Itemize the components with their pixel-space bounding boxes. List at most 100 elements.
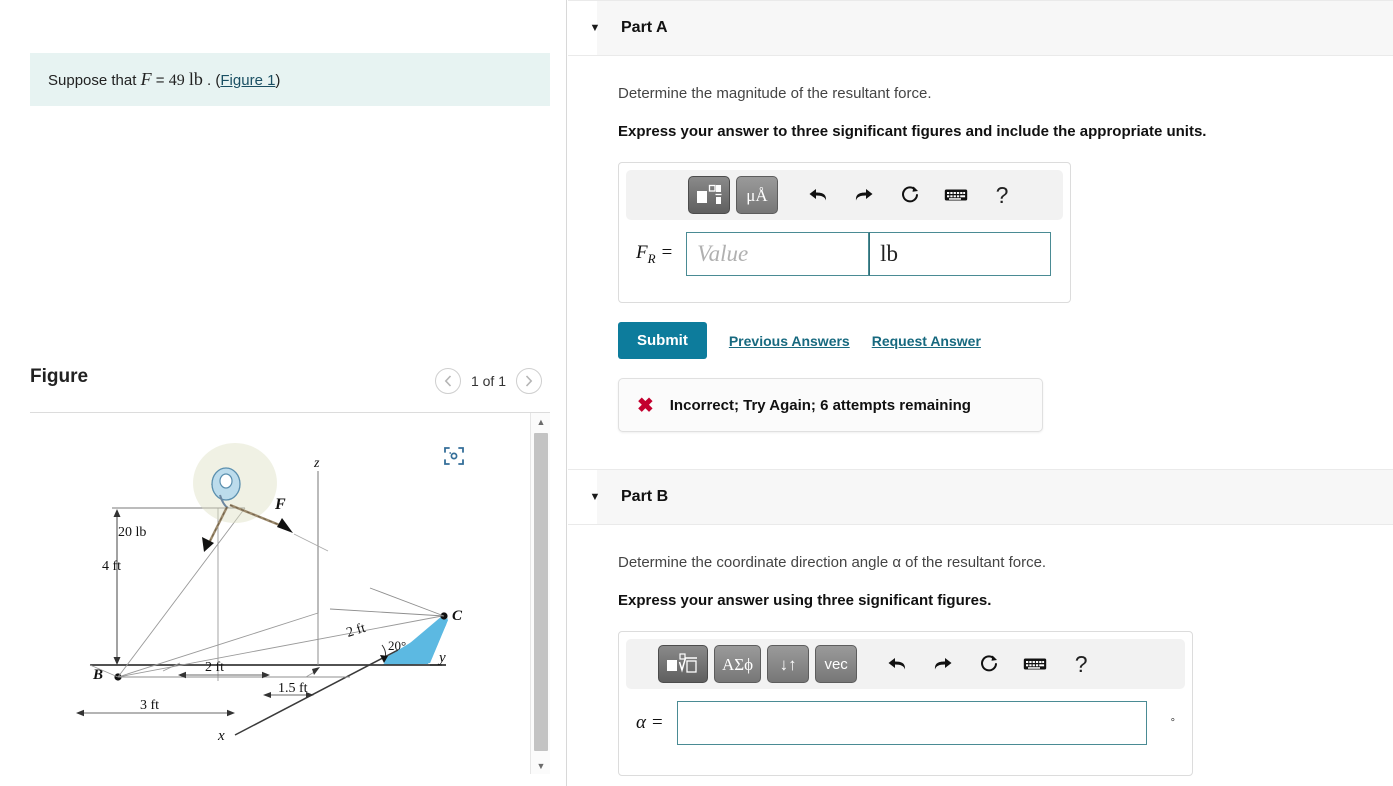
svg-text:x: x [217, 728, 225, 744]
part-b-answer-box: ΑΣϕ ↓↑ vec ? α = ° [618, 631, 1193, 776]
figure-counter: 1 of 1 [470, 373, 506, 389]
part-a-request-answer-link[interactable]: Request Answer [872, 333, 981, 349]
incorrect-x-icon: ✖ [637, 394, 654, 417]
svg-text:20°: 20° [388, 638, 406, 653]
figure-title: Figure [30, 366, 89, 387]
part-a-title: Part A [621, 19, 668, 36]
figure-1-link[interactable]: Figure 1 [220, 72, 275, 89]
figure-scrollbar[interactable]: ▲ ▼ [530, 413, 550, 774]
degree-symbol: ° [1170, 717, 1175, 729]
statement-equals: = [155, 72, 165, 89]
figure-expand-button[interactable] [442, 444, 466, 468]
part-a-value-input[interactable] [686, 232, 870, 276]
part-a-math-toolbar: μÅ ? [626, 170, 1063, 220]
part-a-body: Determine the magnitude of the resultant… [568, 83, 1393, 432]
part-a-answer-box: μÅ ? FR = Value lb [618, 162, 1071, 303]
undo-button[interactable] [798, 176, 838, 214]
units-mu-angstrom-button[interactable]: μÅ [736, 176, 778, 214]
part-a-feedback: ✖ Incorrect; Try Again; 6 attempts remai… [618, 378, 1043, 432]
part-a-field-row: FR = [619, 232, 1070, 276]
undo-button[interactable] [877, 645, 917, 683]
svg-text:y: y [437, 650, 446, 666]
mu-angstrom-label: μÅ [746, 185, 768, 205]
chevron-left-icon [444, 375, 452, 387]
reset-icon [902, 186, 918, 203]
part-a-submit-button[interactable]: Submit [618, 322, 707, 359]
part-a-unit-input[interactable] [869, 232, 1052, 276]
svg-text:C: C [452, 608, 463, 624]
part-a-instruction: Express your answer to three significant… [618, 123, 1207, 140]
help-button[interactable]: ? [982, 176, 1022, 214]
part-b-prompt: Determine the coordinate direction angle… [618, 554, 1047, 571]
part-a-field-subscript: R [647, 250, 656, 266]
svg-text:F: F [274, 496, 286, 513]
reset-button[interactable] [890, 176, 930, 214]
figure-next-button[interactable] [516, 368, 542, 394]
part-a-prompt: Determine the magnitude of the resultant… [618, 85, 932, 102]
matrix-template-icon [697, 184, 722, 204]
svg-text:3 ft: 3 ft [140, 698, 159, 713]
undo-icon [809, 189, 827, 201]
figure-nav: 1 of 1 [434, 368, 542, 394]
greek-symbols-button[interactable]: ΑΣϕ [714, 645, 762, 683]
keyboard-icon [1023, 658, 1047, 670]
part-b-collapse-caret[interactable]: ▼ [585, 491, 605, 503]
part-b-body: Determine the coordinate direction angle… [568, 552, 1393, 776]
part-b-header[interactable]: ▼ Part B [568, 469, 1393, 525]
part-a-field-equals: = [660, 241, 674, 263]
redo-icon [935, 658, 952, 670]
part-a-actions: Submit Previous Answers Request Answer [618, 322, 1393, 359]
scroll-down-arrow[interactable]: ▼ [531, 757, 550, 774]
figure-panel: y z x 4 ft B C 20 lb F 2 ft 1.5 ft 3 ft … [30, 412, 550, 774]
page-root: Suppose that F = 49 lb . (Figure 1) Figu… [0, 0, 1393, 786]
statement-unit: lb [188, 69, 203, 89]
part-a-header[interactable]: ▼ Part A [568, 0, 1393, 56]
undo-icon [888, 658, 906, 670]
radical-template-icon [667, 653, 697, 673]
keyboard-icon [944, 189, 968, 201]
right-pane: ▼ Part A Determine the magnitude of the … [568, 0, 1393, 786]
part-b-field-label: α = [636, 712, 664, 734]
chevron-right-icon [525, 375, 533, 387]
part-b-field-equals: = [650, 712, 664, 733]
figure-header: Figure 1 of 1 [30, 366, 550, 410]
part-a-previous-answers-link[interactable]: Previous Answers [729, 333, 850, 349]
statement-value: 49 [168, 72, 185, 89]
part-b-field-row: α = ° [619, 701, 1192, 745]
vector-button[interactable]: vec [815, 645, 858, 683]
template-radical-button[interactable] [658, 645, 708, 683]
part-a-collapse-caret[interactable]: ▼ [585, 22, 605, 34]
svg-text:20 lb: 20 lb [118, 525, 146, 540]
problem-statement: Suppose that F = 49 lb . (Figure 1) [30, 53, 550, 107]
svg-text:4 ft: 4 ft [102, 559, 121, 574]
figure-prev-button[interactable] [434, 368, 461, 394]
scrollbar-thumb[interactable] [534, 433, 548, 751]
svg-text:2 ft: 2 ft [205, 660, 224, 675]
statement-paren-close: ) [275, 72, 281, 89]
left-pane: Suppose that F = 49 lb . (Figure 1) Figu… [0, 0, 567, 786]
template-matrix-button[interactable] [688, 176, 730, 214]
alpha-symbol: α [636, 712, 646, 733]
part-a-feedback-text: Incorrect; Try Again; 6 attempts remaini… [669, 396, 971, 414]
focus-expand-icon [444, 447, 464, 465]
arrows-button[interactable]: ↓↑ [767, 645, 810, 683]
statement-prefix: Suppose that [48, 72, 137, 89]
keyboard-button[interactable] [936, 176, 976, 214]
part-b-math-toolbar: ΑΣϕ ↓↑ vec ? [626, 639, 1185, 689]
redo-button[interactable] [844, 176, 884, 214]
part-b-instruction: Express your answer using three signific… [618, 592, 992, 609]
help-button[interactable]: ? [1061, 645, 1101, 683]
reset-icon [981, 655, 998, 672]
scroll-up-arrow[interactable]: ▲ [531, 413, 550, 431]
redo-icon [855, 189, 873, 201]
keyboard-button[interactable] [1015, 645, 1055, 683]
reset-button[interactable] [969, 645, 1009, 683]
statement-symbol: F [140, 69, 152, 89]
arrows-label: ↓↑ [779, 654, 797, 674]
svg-text:2 ft: 2 ft [345, 621, 368, 641]
statement-period: . [207, 72, 212, 89]
greek-label: ΑΣϕ [722, 654, 754, 674]
vec-label: vec [824, 655, 848, 673]
part-b-alpha-input[interactable] [676, 701, 1147, 745]
redo-button[interactable] [923, 645, 963, 683]
